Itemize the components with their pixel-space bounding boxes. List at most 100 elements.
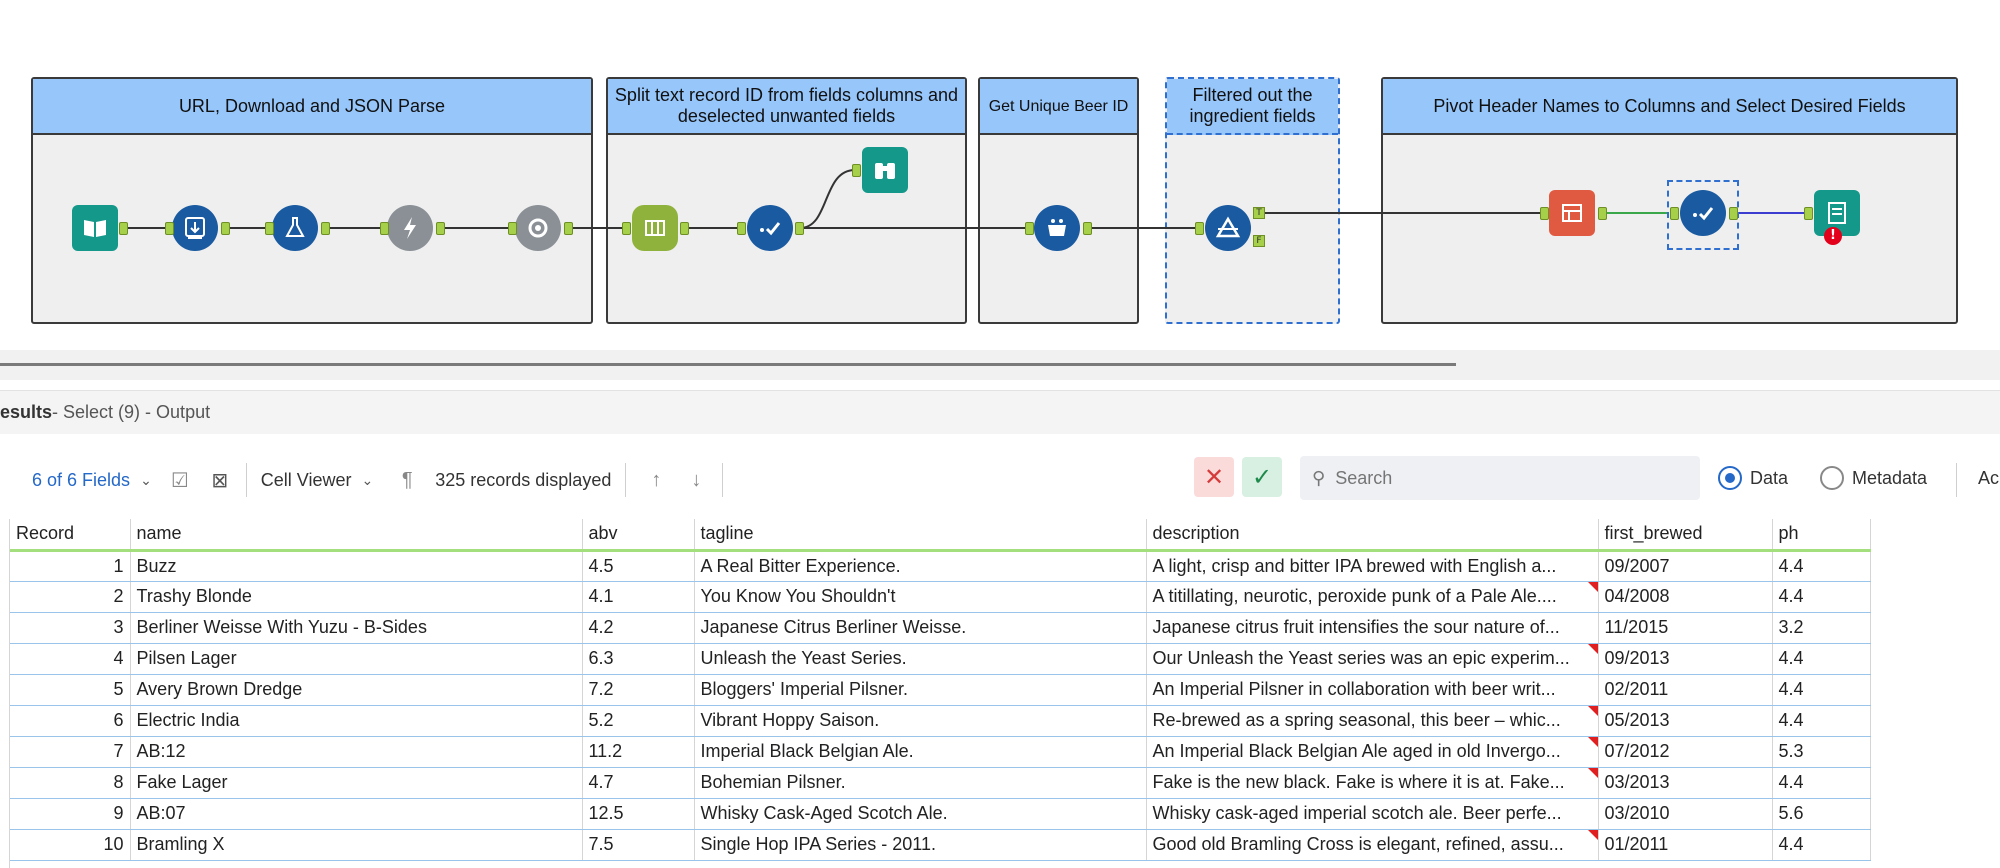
first-brewed-cell[interactable]: 03/2013 [1598,767,1773,799]
tagline-cell[interactable]: A Real Bitter Experience. [694,550,1147,582]
abv-cell[interactable]: 5.2 [582,705,695,737]
table-row[interactable]: 5 Avery Brown Dredge 7.2 Bloggers' Imperial… [10,674,1871,706]
name-cell[interactable]: Bramling X [130,829,583,861]
cell-viewer-dropdown[interactable]: Cell Viewer ⌄ [261,446,373,514]
first-brewed-cell[interactable]: 07/2012 [1598,736,1773,768]
name-cell[interactable]: Fake Lager [130,767,583,799]
workflow-canvas[interactable]: URL, Download and JSON Parse Split text … [0,0,2000,350]
record-cell[interactable]: 8 [10,767,131,799]
actions-menu[interactable]: Ac [1978,468,1999,489]
first-brewed-cell[interactable]: 02/2011 [1598,674,1773,706]
results-grid[interactable]: Record name abv tagline description firs… [10,519,1871,861]
description-cell[interactable]: Fake is the new black. Fake is where it … [1146,767,1599,799]
ph-cell[interactable]: 4.4 [1772,550,1871,582]
tagline-cell[interactable]: Vibrant Hoppy Saison. [694,705,1147,737]
download-tool-icon[interactable] [172,205,218,251]
first-brewed-cell[interactable]: 01/2011 [1598,829,1773,861]
json-parse-flask-icon[interactable] [272,205,318,251]
ph-cell[interactable]: 4.4 [1772,829,1871,861]
table-row[interactable]: 3 Berliner Weisse With Yuzu - B-Sides 4.2 J… [10,612,1871,644]
abv-cell[interactable]: 4.5 [582,550,695,582]
gear-tool-icon[interactable] [515,205,561,251]
data-radio[interactable]: Data [1718,466,1788,490]
abv-cell[interactable]: 7.5 [582,829,695,861]
first-brewed-cell[interactable]: 03/2010 [1598,798,1773,830]
ph-cell[interactable]: 5.6 [1772,798,1871,830]
description-cell[interactable]: An Imperial Pilsner in collaboration wit… [1146,674,1599,706]
lightning-tool-icon[interactable] [387,205,433,251]
column-header-record[interactable]: Record [10,519,131,552]
table-row[interactable]: 1 Buzz 4.5 A Real Bitter Experience. A light… [10,550,1871,582]
description-cell[interactable]: Whisky cask-aged imperial scotch ale. Be… [1146,798,1599,830]
arrow-down-icon[interactable]: ↓ [684,468,708,492]
filter-true-anchor[interactable]: T [1253,207,1265,219]
table-row[interactable]: 10 Bramling X 7.5 Single Hop IPA Series - 2… [10,829,1871,861]
column-header-name[interactable]: name [130,519,583,552]
filter-false-anchor[interactable]: F [1253,235,1265,247]
record-cell[interactable]: 9 [10,798,131,830]
description-cell[interactable]: A light, crisp and bitter IPA brewed wit… [1146,550,1599,582]
select-tool-icon[interactable] [747,205,793,251]
abv-cell[interactable]: 4.2 [582,612,695,644]
table-row[interactable]: 2 Trashy Blonde 4.1 You Know You Shouldn't A… [10,581,1871,613]
filter-tool-icon[interactable] [1205,205,1251,251]
column-header-first-brewed[interactable]: first_brewed [1598,519,1773,552]
tagline-cell[interactable]: Whisky Cask-Aged Scotch Ale. [694,798,1147,830]
table-row[interactable]: 8 Fake Lager 4.7 Bohemian Pilsner. Fake is t… [10,767,1871,799]
ph-cell[interactable]: 5.3 [1772,736,1871,768]
abv-cell[interactable]: 7.2 [582,674,695,706]
scrollbar-horizontal[interactable] [0,363,1456,366]
name-cell[interactable]: AB:12 [130,736,583,768]
apply-filter-button[interactable]: ✓ [1242,457,1282,497]
tagline-cell[interactable]: Bloggers' Imperial Pilsner. [694,674,1147,706]
tagline-cell[interactable]: Bohemian Pilsner. [694,767,1147,799]
first-brewed-cell[interactable]: 04/2008 [1598,581,1773,613]
name-cell[interactable]: Avery Brown Dredge [130,674,583,706]
record-cell[interactable]: 6 [10,705,131,737]
abv-cell[interactable]: 4.7 [582,767,695,799]
ph-cell[interactable]: 4.4 [1772,705,1871,737]
first-brewed-cell[interactable]: 05/2013 [1598,705,1773,737]
table-row[interactable]: 9 AB:07 12.5 Whisky Cask-Aged Scotch Ale. Wh… [10,798,1871,830]
first-brewed-cell[interactable]: 09/2007 [1598,550,1773,582]
edit-checkbox-icon[interactable]: ☑ [168,468,192,492]
abv-cell[interactable]: 6.3 [582,643,695,675]
description-cell[interactable]: Good old Bramling Cross is elegant, refi… [1146,829,1599,861]
description-cell[interactable]: Our Unleash the Yeast series was an epic… [1146,643,1599,675]
table-row[interactable]: 7 AB:12 11.2 Imperial Black Belgian Ale. An … [10,736,1871,768]
browse-binoculars-icon[interactable] [862,147,908,193]
tagline-cell[interactable]: Japanese Citrus Berliner Weisse. [694,612,1147,644]
description-cell[interactable]: Japanese citrus fruit intensifies the so… [1146,612,1599,644]
metadata-radio[interactable]: Metadata [1820,466,1927,490]
text-to-columns-icon[interactable] [632,205,678,251]
record-cell[interactable]: 2 [10,581,131,613]
tagline-cell[interactable]: Unleash the Yeast Series. [694,643,1147,675]
name-cell[interactable]: Pilsen Lager [130,643,583,675]
unique-tool-icon[interactable] [1034,205,1080,251]
column-header-description[interactable]: description [1146,519,1599,552]
tagline-cell[interactable]: Single Hop IPA Series - 2011. [694,829,1147,861]
search-input[interactable] [1335,467,1656,489]
record-cell[interactable]: 4 [10,643,131,675]
record-cell[interactable]: 5 [10,674,131,706]
description-cell[interactable]: A titillating, neurotic, peroxide punk o… [1146,581,1599,613]
tagline-cell[interactable]: Imperial Black Belgian Ale. [694,736,1147,768]
record-cell[interactable]: 10 [10,829,131,861]
input-data-book-icon[interactable] [72,205,118,251]
description-cell[interactable]: An Imperial Black Belgian Ale aged in ol… [1146,736,1599,768]
ph-cell[interactable]: 3.2 [1772,612,1871,644]
record-cell[interactable]: 7 [10,736,131,768]
fields-dropdown[interactable]: 6 of 6 Fields ⌄ [32,446,152,514]
cancel-filter-button[interactable]: ✕ [1194,457,1234,497]
record-cell[interactable]: 3 [10,612,131,644]
description-cell[interactable]: Re-brewed as a spring seasonal, this bee… [1146,705,1599,737]
column-header-tagline[interactable]: tagline [694,519,1147,552]
ph-cell[interactable]: 4.4 [1772,643,1871,675]
name-cell[interactable]: Berliner Weisse With Yuzu - B-Sides [130,612,583,644]
ph-cell[interactable]: 4.4 [1772,767,1871,799]
clear-box-icon[interactable]: ⊠ [208,468,232,492]
first-brewed-cell[interactable]: 09/2013 [1598,643,1773,675]
arrow-up-icon[interactable]: ↑ [644,468,668,492]
name-cell[interactable]: Electric India [130,705,583,737]
ph-cell[interactable]: 4.4 [1772,674,1871,706]
